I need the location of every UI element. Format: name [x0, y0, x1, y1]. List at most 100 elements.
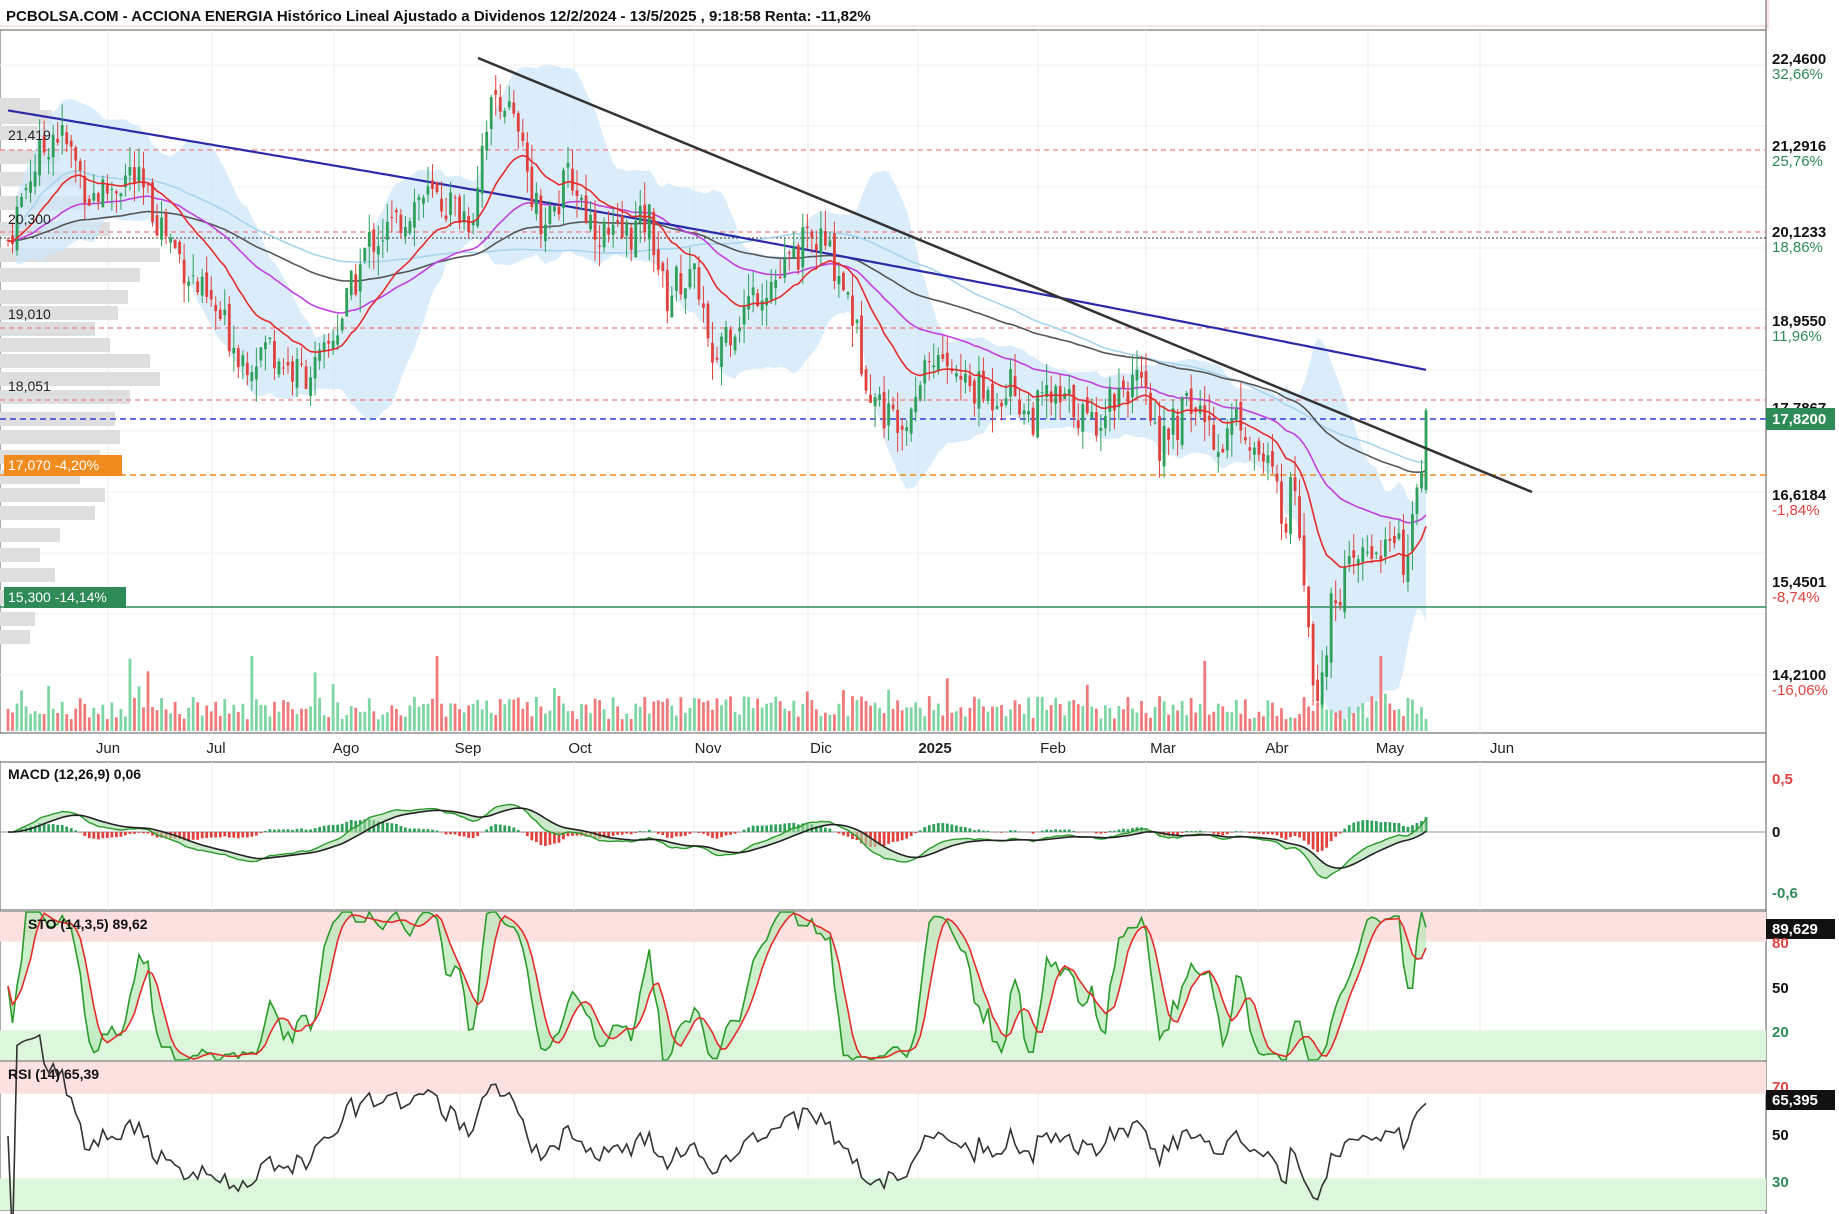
volume-bar: [295, 714, 299, 731]
volume-bar: [372, 711, 376, 731]
stock-chart: PCBOLSA.COM - ACCIONA ENERGIA Histórico …: [0, 0, 1835, 1214]
candle-body: [1027, 411, 1030, 415]
volume-bar: [60, 701, 64, 731]
volume-bar: [828, 714, 832, 731]
volume-bar: [1239, 713, 1243, 731]
volume-bar: [1293, 718, 1297, 731]
volume-bar: [489, 712, 493, 731]
candle-body: [846, 292, 850, 295]
volume-bar: [6, 708, 10, 731]
macd-histogram-bar: [823, 827, 827, 832]
volume-bar: [137, 686, 141, 731]
macd-histogram-bar: [309, 829, 312, 832]
price-pct: -1,84%: [1772, 502, 1820, 519]
macd-histogram-bar: [665, 832, 669, 838]
macd-histogram-bar: [661, 832, 665, 835]
volume-bar: [1415, 713, 1419, 731]
macd-histogram-bar: [295, 828, 299, 832]
candle-body: [1135, 369, 1139, 381]
volume-bar: [1013, 700, 1017, 731]
volume-bar: [1243, 699, 1247, 731]
candle-body: [467, 215, 471, 232]
candle-body: [1420, 471, 1423, 489]
volume-bar: [417, 706, 421, 731]
volume-bar: [1289, 717, 1292, 731]
candle-body: [313, 356, 317, 379]
macd-histogram-bar: [69, 828, 73, 832]
profile-bar: [0, 488, 105, 502]
candle-body: [702, 303, 705, 308]
macd-histogram-bar: [1225, 832, 1229, 835]
candle-body: [295, 359, 299, 388]
candle-body: [1009, 369, 1012, 397]
volume-bar: [738, 714, 741, 731]
candle-body: [78, 161, 82, 171]
profile-bar: [0, 338, 110, 352]
macd-histogram-bar: [1370, 820, 1374, 832]
macd-histogram-bar: [498, 824, 502, 832]
macd-histogram-bar: [286, 829, 290, 832]
volume-bar: [1311, 710, 1315, 731]
macd-histogram-bar: [1338, 832, 1342, 834]
volume-bar: [968, 707, 972, 731]
macd-histogram-bar: [760, 825, 764, 832]
volume-bar: [431, 698, 434, 731]
candle-body: [566, 162, 570, 168]
macd-histogram-bar: [507, 825, 511, 832]
volume-bar: [1022, 713, 1026, 731]
volume-bar: [15, 703, 19, 731]
macd-histogram-bar: [702, 832, 705, 834]
month-label: Mar: [1150, 740, 1176, 757]
macd-histogram-bar: [340, 823, 344, 832]
candle-body: [796, 245, 800, 270]
volume-bar: [128, 658, 132, 731]
macd-histogram-bar: [936, 823, 940, 832]
macd-histogram-bar: [1049, 829, 1053, 832]
volume-bar: [1388, 703, 1392, 731]
volume-bar: [480, 709, 484, 731]
candle-body: [927, 361, 931, 363]
macd-histogram-bar: [1117, 829, 1121, 832]
candle-body: [381, 240, 385, 242]
candle-body: [1307, 586, 1310, 628]
volume-bar: [837, 703, 841, 731]
volume-bar: [643, 696, 647, 731]
volume-bar: [715, 698, 719, 731]
macd-histogram-bar: [638, 830, 642, 832]
volume-bar: [896, 700, 900, 731]
macd-histogram-bar: [1180, 832, 1184, 833]
candle-body: [20, 196, 23, 207]
macd-histogram-bar: [1343, 828, 1347, 832]
volume-bar: [973, 696, 976, 731]
sto-tick: 50: [1772, 980, 1789, 997]
macd-histogram-bar: [417, 828, 421, 832]
macd-histogram-bar: [322, 825, 326, 832]
volume-bar: [1009, 709, 1012, 731]
candle-body: [932, 365, 936, 368]
macd-histogram-bar: [47, 824, 51, 832]
candle-body: [87, 198, 91, 206]
candle-body: [634, 220, 638, 257]
candle-body: [720, 336, 723, 367]
macd-histogram-bar: [422, 829, 425, 832]
macd-histogram-bar: [254, 832, 258, 836]
volume-bar: [851, 696, 854, 731]
macd-histogram-bar: [196, 832, 200, 840]
candle-body: [1167, 428, 1170, 440]
candle-body: [1081, 404, 1085, 432]
profile-bar: [0, 630, 30, 644]
candle-body: [896, 409, 900, 433]
volume-bar: [96, 713, 100, 731]
macd-tick: 0,5: [1772, 771, 1793, 788]
volume-bar: [801, 703, 805, 731]
volume-bar: [566, 711, 570, 731]
volume-bar: [42, 714, 46, 731]
candle-body: [38, 139, 42, 176]
candle-body: [778, 276, 782, 279]
macd-tick: -0,6: [1772, 885, 1798, 902]
volume-bar: [954, 711, 958, 731]
volume-bar: [543, 713, 547, 731]
volume-bar: [38, 713, 42, 731]
volume-bar: [485, 700, 489, 731]
macd-histogram-bar: [697, 832, 701, 833]
